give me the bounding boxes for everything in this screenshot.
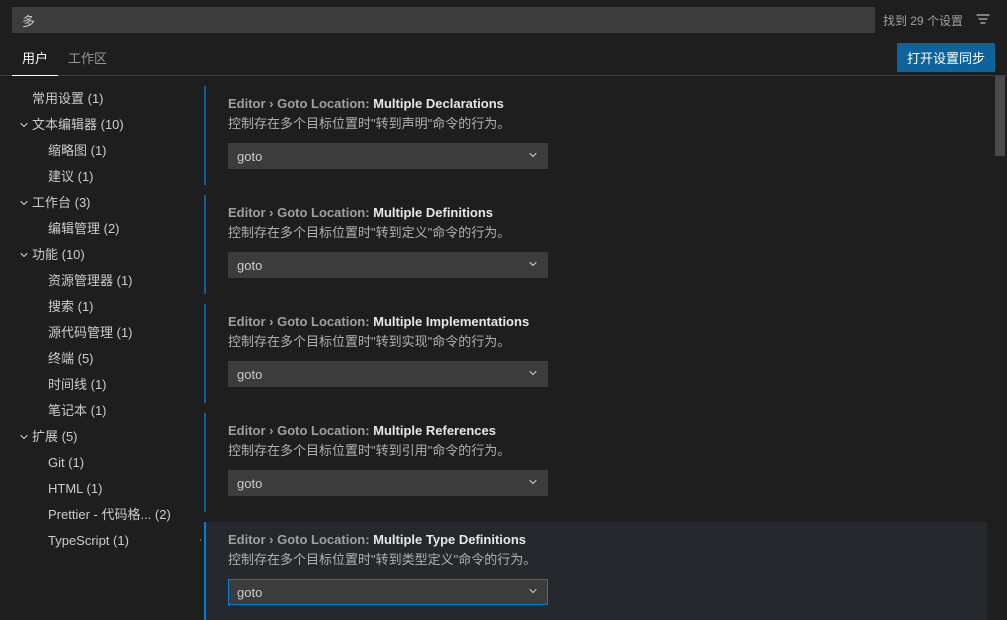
scrollbar[interactable] [993,76,1007,620]
gear-icon[interactable] [200,532,202,551]
setting-value: goto [237,367,262,382]
setting-description: 控制存在多个目标位置时"转到类型定义"命令的行为。 [228,551,973,569]
tab-workspace[interactable]: 工作区 [58,40,117,76]
setting-name: Multiple Type Definitions [373,532,526,547]
chevron-down-icon [527,367,539,382]
outline-label: Prettier - 代码格... (2) [48,504,171,526]
chevron-down-icon [527,149,539,164]
setting-breadcrumb: Editor › Goto Location: [228,96,373,111]
outline-label: 工作台 (3) [32,192,91,214]
settings-outline: 常用设置 (1) 文本编辑器 (10) 缩略图 (1) 建议 (1) 工作台 (3) 编辑… [0,76,200,620]
search-bar: 找到 29 个设置 [0,0,1007,40]
outline-label: 功能 (10) [32,244,85,266]
outline-item[interactable]: 常用设置 (1) [16,86,200,112]
outline-label: 建议 (1) [48,166,94,188]
chevron-down-icon [527,585,539,600]
setting-value: goto [237,258,262,273]
setting-name: Multiple Declarations [373,96,504,111]
setting-item[interactable]: Editor › Goto Location: Multiple Referen… [204,413,987,512]
outline-label: 时间线 (1) [48,374,107,396]
outline-label: 缩略图 (1) [48,140,107,162]
setting-select[interactable]: goto [228,143,548,169]
setting-title: Editor › Goto Location: Multiple Type De… [228,532,973,547]
outline-item[interactable]: 时间线 (1) [16,372,200,398]
setting-breadcrumb: Editor › Goto Location: [228,532,373,547]
outline-label: 资源管理器 (1) [48,270,133,292]
outline-label: 笔记本 (1) [48,400,107,422]
outline-label: TypeScript (1) [48,530,129,552]
open-settings-sync-button[interactable]: 打开设置同步 [897,43,995,72]
outline-label: 扩展 (5) [32,426,78,448]
outline-label: Git (1) [48,452,84,474]
setting-value: goto [237,149,262,164]
chevron-down-icon [16,197,32,209]
search-result-count: 找到 29 个设置 [883,12,963,29]
outline-item[interactable]: 编辑管理 (2) [16,216,200,242]
outline-item[interactable]: 建议 (1) [16,164,200,190]
setting-value: goto [237,476,262,491]
setting-select[interactable]: goto [228,361,548,387]
outline-item[interactable]: Prettier - 代码格... (2) [16,502,200,528]
setting-breadcrumb: Editor › Goto Location: [228,205,373,220]
outline-label: 终端 (5) [48,348,94,370]
chevron-down-icon [16,431,32,443]
setting-item[interactable]: Editor › Goto Location: Multiple Definit… [204,195,987,294]
outline-item-expandable[interactable]: 工作台 (3) [16,190,200,216]
setting-title: Editor › Goto Location: Multiple Impleme… [228,314,973,329]
setting-item[interactable]: Editor › Goto Location: Multiple Type De… [204,522,987,620]
outline-item-expandable[interactable]: 功能 (10) [16,242,200,268]
outline-label: 文本编辑器 (10) [32,114,124,136]
setting-title: Editor › Goto Location: Multiple Declara… [228,96,973,111]
outline-item[interactable]: 笔记本 (1) [16,398,200,424]
outline-item[interactable]: 资源管理器 (1) [16,268,200,294]
setting-breadcrumb: Editor › Goto Location: [228,423,373,438]
outline-label: 源代码管理 (1) [48,322,133,344]
outline-item[interactable]: HTML (1) [16,476,200,502]
setting-name: Multiple References [373,423,496,438]
setting-title: Editor › Goto Location: Multiple Definit… [228,205,973,220]
chevron-down-icon [16,119,32,131]
setting-name: Multiple Definitions [373,205,493,220]
setting-description: 控制存在多个目标位置时"转到声明"命令的行为。 [228,115,973,133]
chevron-down-icon [16,249,32,261]
setting-title: Editor › Goto Location: Multiple Referen… [228,423,973,438]
outline-item[interactable]: 终端 (5) [16,346,200,372]
outline-label: HTML (1) [48,478,102,500]
chevron-down-icon [527,476,539,491]
chevron-down-icon [527,258,539,273]
outline-item[interactable]: 搜索 (1) [16,294,200,320]
settings-list: Editor › Goto Location: Multiple Declara… [200,76,1007,620]
outline-label: 搜索 (1) [48,296,94,318]
tabs-row: 用户 工作区 打开设置同步 [0,40,1007,76]
setting-description: 控制存在多个目标位置时"转到定义"命令的行为。 [228,224,973,242]
setting-select[interactable]: goto [228,470,548,496]
outline-label: 编辑管理 (2) [48,218,120,240]
setting-value: goto [237,585,262,600]
outline-item[interactable]: TypeScript (1) [16,528,200,554]
filter-icon[interactable] [971,9,995,32]
outline-item[interactable]: Git (1) [16,450,200,476]
setting-item[interactable]: Editor › Goto Location: Multiple Declara… [204,86,987,185]
tab-user[interactable]: 用户 [12,40,58,76]
setting-description: 控制存在多个目标位置时"转到引用"命令的行为。 [228,442,973,460]
setting-name: Multiple Implementations [373,314,529,329]
setting-select[interactable]: goto [228,252,548,278]
outline-label: 常用设置 (1) [32,88,104,110]
outline-item[interactable]: 源代码管理 (1) [16,320,200,346]
outline-item-expandable[interactable]: 文本编辑器 (10) [16,112,200,138]
outline-item-expandable[interactable]: 扩展 (5) [16,424,200,450]
outline-item[interactable]: 缩略图 (1) [16,138,200,164]
setting-item[interactable]: Editor › Goto Location: Multiple Impleme… [204,304,987,403]
setting-description: 控制存在多个目标位置时"转到实现"命令的行为。 [228,333,973,351]
search-input[interactable] [12,7,875,33]
scrollbar-thumb[interactable] [995,76,1005,156]
setting-breadcrumb: Editor › Goto Location: [228,314,373,329]
setting-select[interactable]: goto [228,579,548,605]
